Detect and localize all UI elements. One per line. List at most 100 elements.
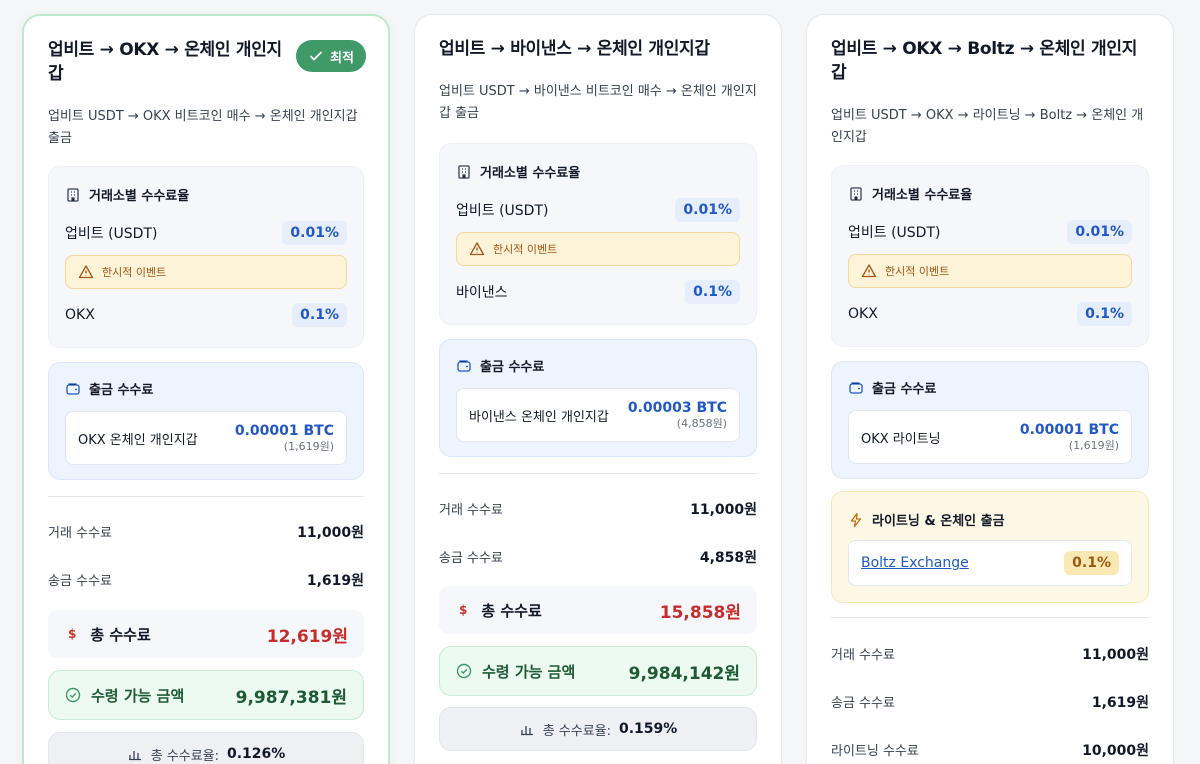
exchange-rate: 0.01% [282,221,347,245]
exchange-rate: 0.1% [685,280,740,304]
withdraw-fee-header: 출금 수수료 [848,378,936,397]
send-fee-row: 송금 수수료 1,619원 [831,692,1149,712]
route-card-okx[interactable]: 업비트 → OKX → 온체인 개인지갑 최적 업비트 USDT → OKX 비… [22,14,390,764]
route-card-boltz[interactable]: 업비트 → OKX → Boltz → 온체인 개인지갑 업비트 USDT → … [806,14,1174,764]
exchange-rate: 0.01% [675,198,740,222]
check-icon [310,51,322,61]
best-badge-label: 최적 [330,50,354,66]
check-circle-icon [65,687,81,703]
lightning-header: 라이트닝 & 온체인 출금 [848,510,1005,529]
send-fee-label: 송금 수수료 [439,551,503,566]
route-card-binance[interactable]: 업비트 → 바이낸스 → 온체인 개인지갑 업비트 USDT → 바이낸스 비트… [414,14,782,764]
route-description: 업비트 USDT → 바이낸스 비트코인 매수 → 온체인 개인지갑 출금 [439,84,757,121]
withdraw-fee-krw: (1,619원) [283,440,334,453]
event-label: 한시적 이벤트 [493,243,558,256]
trade-fee-label: 거래 수수료 [439,503,503,518]
route-title: 업비트 → OKX → 온체인 개인지갑 [48,40,282,84]
fee-rates-header: 거래소별 수수료율 [456,162,580,181]
warning-icon [78,265,94,279]
exchange-rate: 0.1% [1077,302,1132,326]
lightning-fee-label: 라이트닝 수수료 [831,744,919,759]
trade-fee-row: 거래 수수료 11,000원 [48,522,364,542]
withdraw-fee-header: 출금 수수료 [456,356,544,375]
send-fee-value: 4,858원 [699,550,757,566]
wallet-icon [457,359,471,372]
dollar-icon: $ [459,603,468,617]
dollar-icon: $ [68,627,77,641]
exchange-name: 업비트 (USDT) [456,203,549,219]
withdraw-fee-header: 출금 수수료 [65,379,153,398]
trade-fee-value: 11,000원 [1082,647,1149,663]
withdraw-fee-krw: (1,619원) [1068,439,1119,452]
ratio-label: 총 수수료율: [150,748,219,764]
withdraw-fee-amount: 0.00003 BTC (4,858원) [628,399,727,431]
trade-fee-value: 11,000원 [297,525,364,541]
fee-rates-title: 거래소별 수수료율 [480,166,581,181]
warning-icon [469,242,485,256]
exchange-rate: 0.01% [1067,220,1132,244]
bar-chart-icon [520,726,533,736]
total-fee-label: 총 수수료 [90,625,151,644]
exchange-name: 바이낸스 [456,285,508,301]
wallet-icon [66,382,80,395]
send-fee-row: 송금 수수료 4,858원 [439,547,757,567]
route-title: 업비트 → 바이낸스 → 온체인 개인지갑 [439,39,710,59]
receivable-label: 수령 가능 금액 [91,686,185,705]
divider [439,473,757,474]
fee-rates-panel: 거래소별 수수료율 업비트 (USDT) 0.01% 한시적 이벤트 바이낸스 … [439,143,757,325]
exchange-name: OKX [65,307,95,323]
exchange-name: OKX [848,306,878,322]
send-fee-row: 송금 수수료 1,619원 [48,570,364,590]
best-badge: 최적 [296,40,366,72]
building-icon [67,187,79,202]
building-icon [458,164,470,179]
withdraw-fee-name: 바이낸스 온체인 개인지갑 [469,409,609,425]
withdraw-fee-title: 출금 수수료 [872,382,937,397]
fee-rates-title: 거래소별 수수료율 [872,188,973,203]
receivable-value: 9,984,142원 [628,663,740,684]
withdraw-fee-krw: (4,858원) [676,417,727,430]
fee-rates-header: 거래소별 수수료율 [65,185,189,204]
lightning-title: 라이트닝 & 온체인 출금 [872,514,1005,529]
fee-rates-panel: 거래소별 수수료율 업비트 (USDT) 0.01% 한시적 이벤트 OKX 0… [48,166,364,348]
lightning-fee-row: 라이트닝 수수료 10,000원 [831,740,1149,760]
exchange-row-upbit: 업비트 (USDT) 0.01% [848,220,1132,244]
fee-rates-title: 거래소별 수수료율 [89,189,190,204]
boltz-exchange-link[interactable]: Boltz Exchange [861,555,969,571]
send-fee-value: 1,619원 [1091,695,1149,711]
bar-chart-icon [128,751,141,761]
total-fee-ratio: 총 수수료율: 0.159% [439,707,757,751]
send-fee-value: 1,619원 [306,573,364,589]
withdraw-fee-panel: 출금 수수료 OKX 온체인 개인지갑 0.00001 BTC (1,619원) [48,362,364,480]
lightning-rate: 0.1% [1064,551,1119,575]
trade-fee-label: 거래 수수료 [48,526,112,541]
withdraw-fee-item: 바이낸스 온체인 개인지갑 0.00003 BTC (4,858원) [456,388,740,442]
ratio-label: 총 수수료율: [542,723,611,739]
ratio-value: 0.126% [227,746,286,762]
exchange-row-upbit: 업비트 (USDT) 0.01% [456,198,740,222]
warning-icon [861,264,877,278]
lightning-fee-value: 10,000원 [1082,743,1149,759]
exchange-row-okx: OKX 0.1% [848,302,1132,326]
withdraw-fee-title: 출금 수수료 [480,360,545,375]
lightning-panel: 라이트닝 & 온체인 출금 Boltz Exchange 0.1% [831,491,1149,603]
exchange-name: 업비트 (USDT) [65,226,158,242]
wallet-icon [849,381,863,394]
withdraw-fee-btc: 0.00003 BTC [627,400,727,416]
total-fee-value: 12,619원 [266,626,348,647]
send-fee-label: 송금 수수료 [831,696,895,711]
total-fee-value: 15,858원 [659,602,741,623]
exchange-row-binance: 바이낸스 0.1% [456,280,740,304]
ratio-value: 0.159% [619,721,678,737]
lightning-service-item: Boltz Exchange 0.1% [848,540,1132,586]
total-fee-ratio: 총 수수료율: 0.126% [48,732,364,764]
trade-fee-value: 11,000원 [690,502,757,518]
route-title: 업비트 → OKX → Boltz → 온체인 개인지갑 [831,39,1138,83]
withdraw-fee-panel: 출금 수수료 바이낸스 온체인 개인지갑 0.00003 BTC (4,858원… [439,339,757,457]
exchange-rate: 0.1% [292,303,347,327]
exchange-row-upbit: 업비트 (USDT) 0.01% [65,221,347,245]
receivable-amount-row: 수령 가능 금액 9,984,142원 [439,646,757,696]
withdraw-fee-name: OKX 라이트닝 [861,431,941,447]
divider [48,496,364,497]
fee-rates-header: 거래소별 수수료율 [848,184,972,203]
